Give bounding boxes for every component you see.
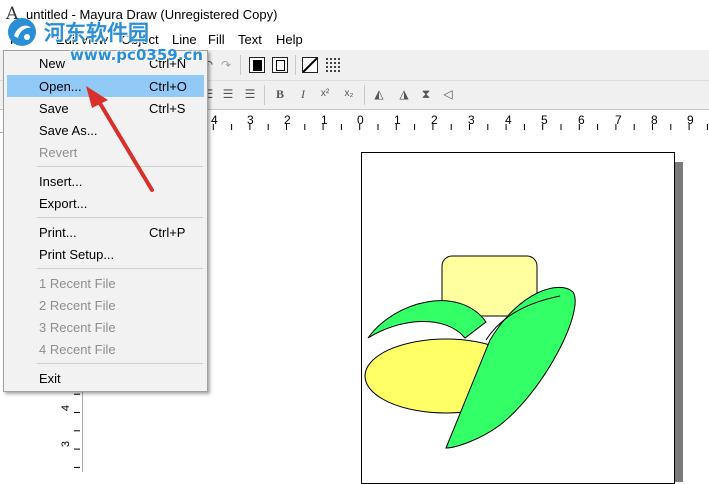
menu-item-label: 2 Recent File: [39, 298, 116, 313]
green-crescent-left-shape[interactable]: [367, 300, 487, 339]
menu-item-label: New: [39, 56, 66, 71]
menu-item-shortcut: Ctrl+O: [149, 79, 187, 94]
watermark-logo-icon: [8, 18, 36, 46]
menu-item-label: Revert: [39, 145, 78, 160]
menu-item-save[interactable]: Save Ctrl+S: [7, 97, 204, 119]
menu-item-export[interactable]: Export...: [7, 192, 204, 214]
menu-item-shortcut: Ctrl+P: [149, 225, 186, 240]
menu-item-print-setup[interactable]: Print Setup...: [7, 243, 204, 265]
menu-item-label: 1 Recent File: [39, 276, 116, 291]
menu-item-insert[interactable]: Insert...: [7, 170, 204, 192]
menu-item-revert[interactable]: Revert: [7, 141, 204, 163]
menu-item-exit[interactable]: Exit: [7, 367, 204, 389]
menu-item-recent-4[interactable]: 4 Recent File: [7, 338, 204, 360]
menu-item-recent-2[interactable]: 2 Recent File: [7, 294, 204, 316]
menu-item-print[interactable]: Print... Ctrl+P: [7, 221, 204, 243]
menu-item-recent-3[interactable]: 3 Recent File: [7, 316, 204, 338]
menu-item-label: Insert...: [39, 174, 83, 189]
menu-item-save-as[interactable]: Save As...: [7, 119, 204, 141]
menu-item-label: 3 Recent File: [39, 320, 116, 335]
menu-item-label: Print Setup...: [39, 247, 115, 262]
watermark-text: 河东软件园: [44, 21, 149, 45]
menu-item-label: Print...: [39, 225, 77, 240]
menu-item-shortcut: Ctrl+S: [149, 101, 186, 116]
watermark-url: www.pc0359.cn: [70, 46, 203, 64]
menu-item-label: 4 Recent File: [39, 342, 116, 357]
menu-item-open[interactable]: Open... Ctrl+O: [7, 75, 204, 97]
menu-item-label: Exit: [39, 371, 61, 386]
menu-item-label: Save As...: [39, 123, 98, 138]
menu-item-label: Save: [39, 101, 69, 116]
menu-separator: [37, 268, 203, 269]
menu-separator: [37, 217, 203, 218]
menu-item-recent-1[interactable]: 1 Recent File: [7, 272, 204, 294]
menu-separator: [37, 363, 203, 364]
file-menu: New Ctrl+N Open... Ctrl+O Save Ctrl+S Sa…: [3, 50, 208, 392]
menu-item-label: Export...: [39, 196, 88, 211]
menu-separator: [37, 166, 203, 167]
menu-item-label: Open...: [39, 79, 82, 94]
